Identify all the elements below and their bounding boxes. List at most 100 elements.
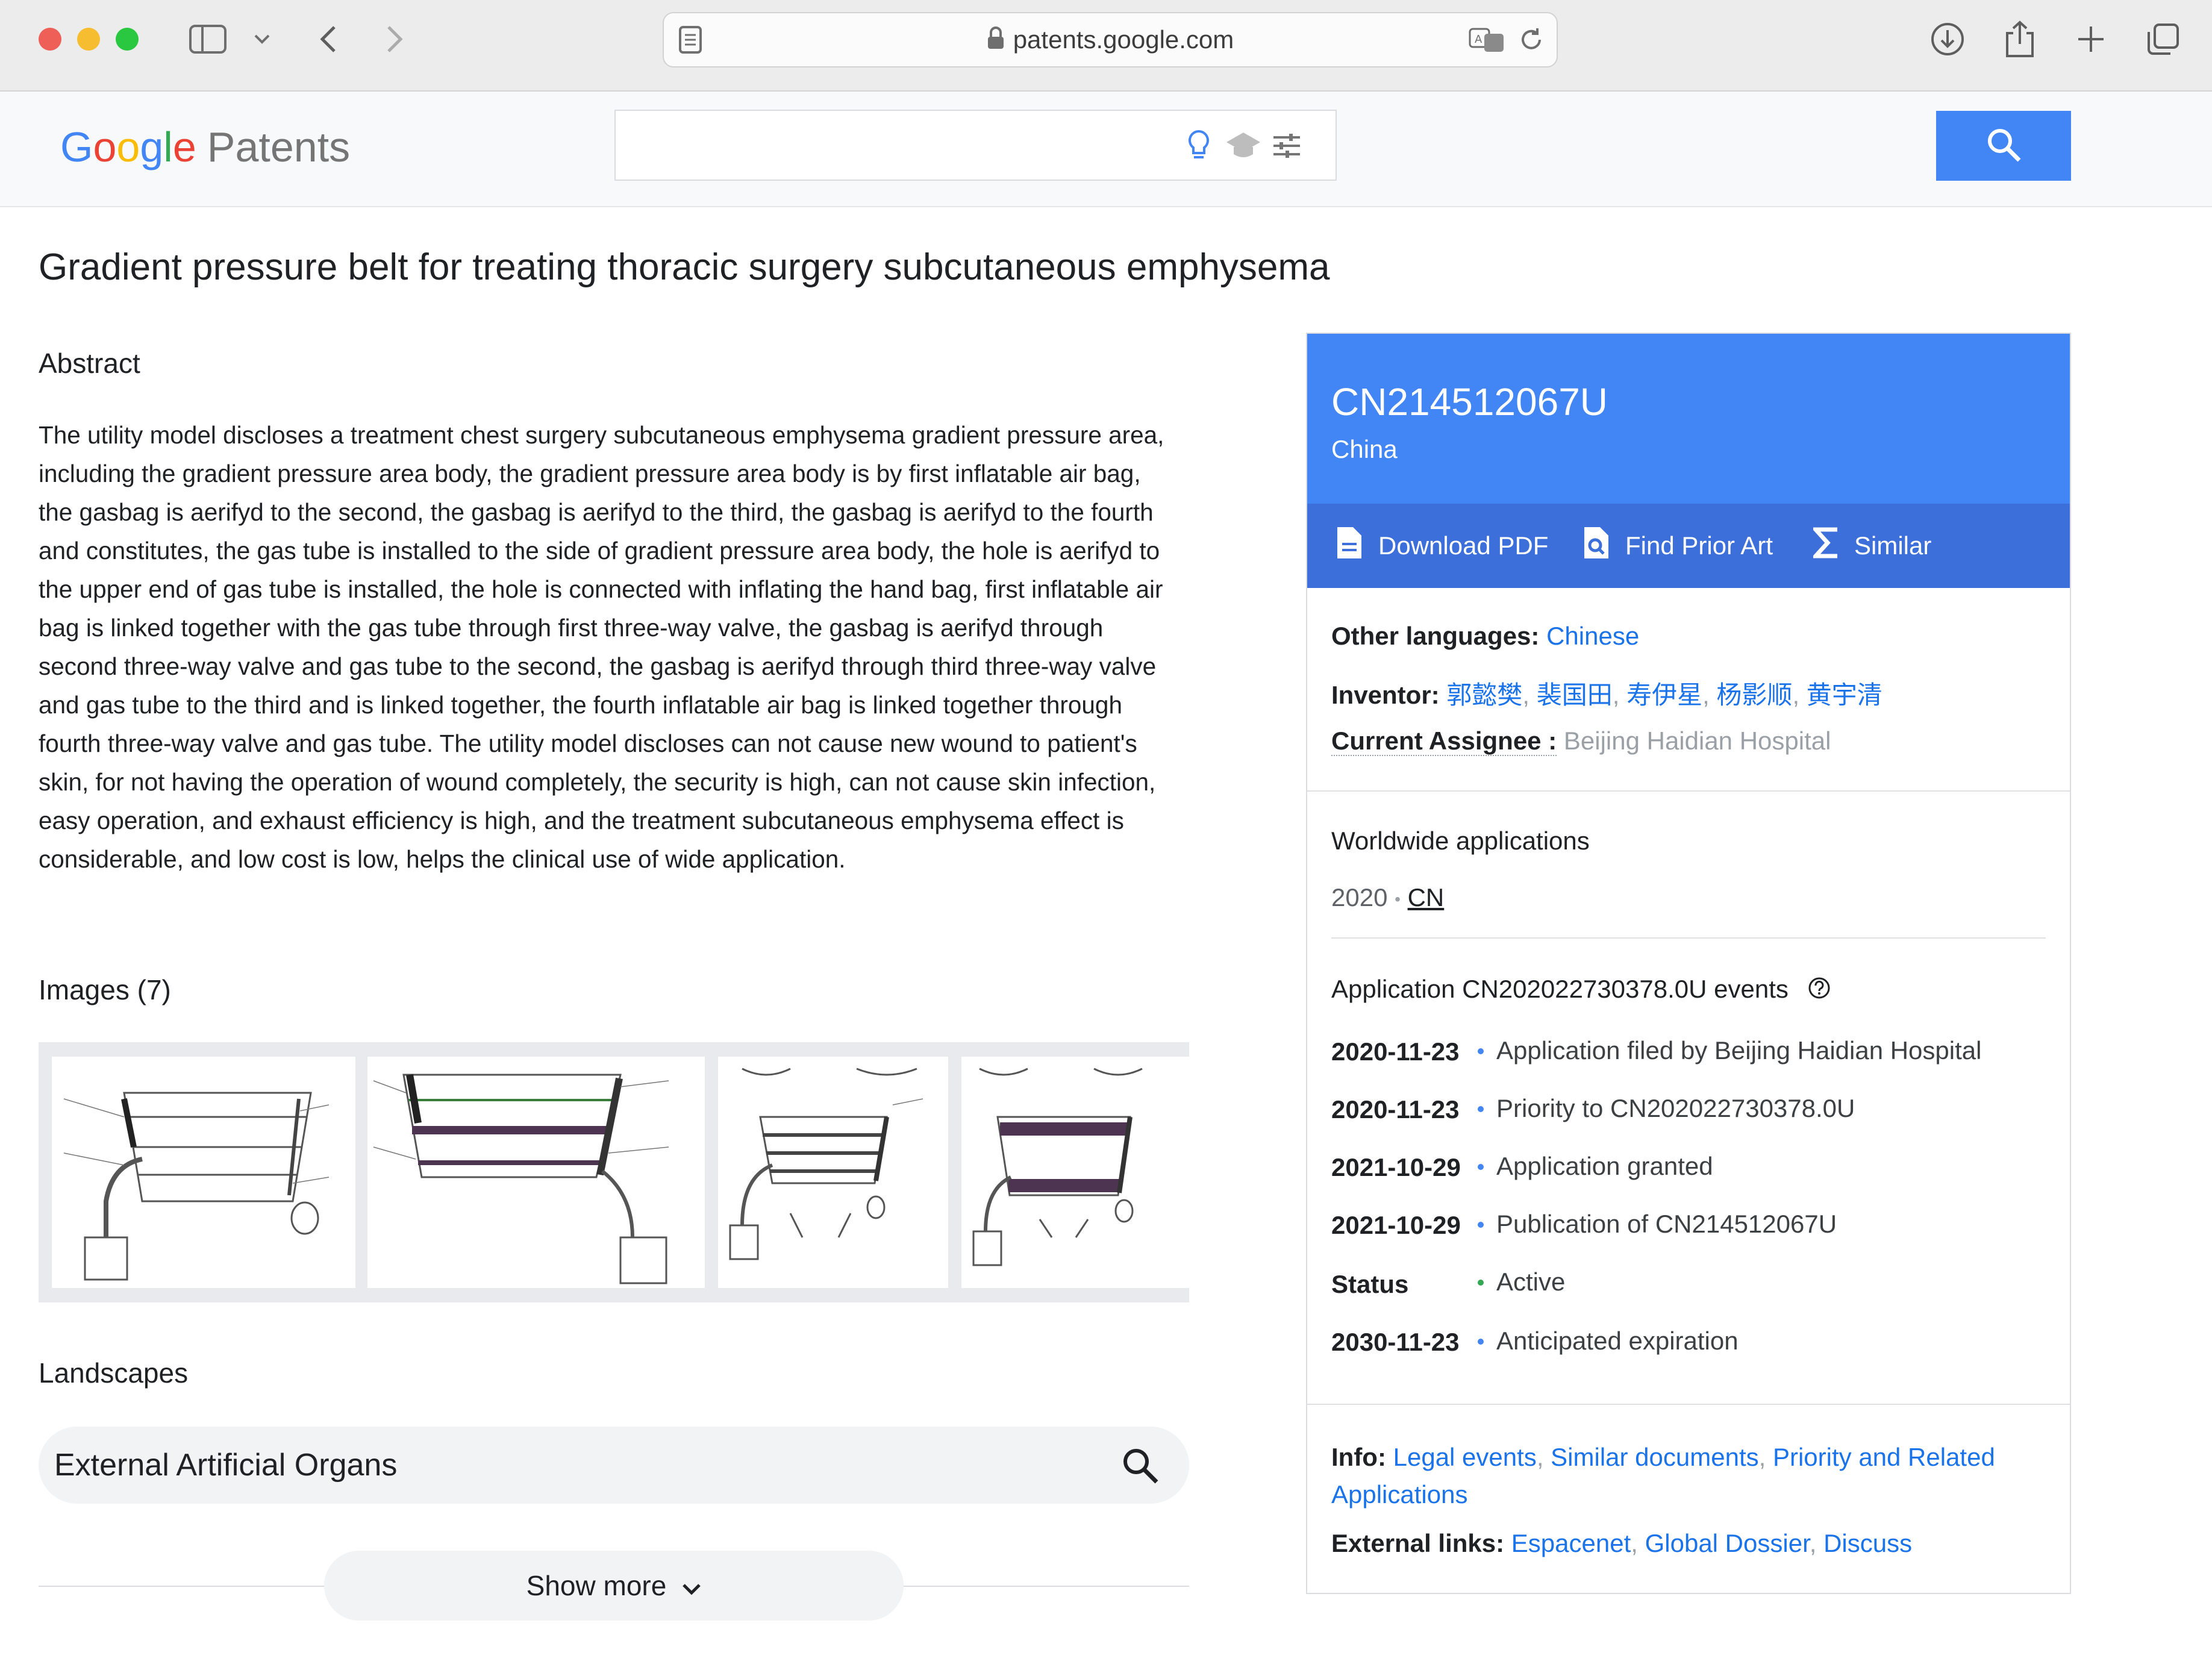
similar-button[interactable]: Similar bbox=[1811, 504, 1932, 588]
other-languages-label: Other languages: bbox=[1331, 622, 1540, 650]
inventor-row: Inventor: 郭懿樊, 裴国田, 寿伊星, 杨影顺, 黄宇清 bbox=[1331, 681, 1882, 709]
event-date: 2020-11-23 bbox=[1331, 1037, 1460, 1066]
event-dot bbox=[1478, 1222, 1484, 1228]
event-text: Publication of CN214512067U bbox=[1496, 1210, 1837, 1238]
sidebar-toggle-icon[interactable] bbox=[187, 18, 229, 60]
assignee-row: Current Assignee : Beijing Haidian Hospi… bbox=[1331, 727, 1831, 756]
event-text: Anticipated expiration bbox=[1496, 1327, 1739, 1355]
landscape-item[interactable]: External Artificial Organs bbox=[39, 1427, 1189, 1504]
page-title: Gradient pressure belt for treating thor… bbox=[39, 246, 1330, 288]
search-button[interactable] bbox=[1936, 111, 2071, 181]
abstract-text: The utility model discloses a treatment … bbox=[39, 421, 1164, 873]
event-dot bbox=[1478, 1164, 1484, 1170]
espacenet-link[interactable]: Espacenet bbox=[1511, 1529, 1631, 1557]
event-dot bbox=[1478, 1106, 1484, 1112]
patent-country: China bbox=[1331, 435, 1398, 463]
translate-icon[interactable]: A bbox=[1469, 27, 1505, 56]
abstract-heading: Abstract bbox=[39, 348, 140, 379]
show-more-button[interactable]: Show more bbox=[324, 1551, 904, 1621]
document-icon bbox=[1335, 525, 1364, 567]
inventor-label: Inventor: bbox=[1331, 681, 1440, 709]
tab-overview-icon[interactable] bbox=[2142, 18, 2184, 60]
logo-google: Google bbox=[60, 124, 196, 170]
assignee-value: Beijing Haidian Hospital bbox=[1563, 727, 1831, 755]
google-patents-logo[interactable]: Google Patents bbox=[60, 123, 350, 171]
event-date: 2021-10-29 bbox=[1331, 1211, 1461, 1239]
event-dot bbox=[1478, 1048, 1484, 1054]
browser-toolbar: patents.google.com A bbox=[0, 0, 2212, 92]
event-date: Status bbox=[1331, 1270, 1409, 1298]
images-carousel[interactable] bbox=[39, 1042, 1189, 1302]
inventor-link[interactable]: 裴国田 bbox=[1537, 681, 1613, 709]
inventor-link[interactable]: 杨影顺 bbox=[1716, 681, 1792, 709]
inventor-link[interactable]: 郭懿樊 bbox=[1446, 681, 1522, 709]
new-tab-icon[interactable] bbox=[2070, 18, 2112, 60]
legal-events-link[interactable]: Legal events bbox=[1393, 1443, 1537, 1471]
divider bbox=[1331, 937, 2046, 939]
chevron-down-icon[interactable] bbox=[241, 18, 283, 60]
external-links-row: External links: Espacenet, Global Dossie… bbox=[1331, 1529, 1913, 1557]
landscapes-heading: Landscapes bbox=[39, 1357, 189, 1389]
patent-number: CN214512067U bbox=[1331, 380, 1608, 424]
event-date: 2021-10-29 bbox=[1331, 1153, 1461, 1181]
close-window-button[interactable] bbox=[39, 28, 61, 51]
divider bbox=[1307, 1404, 2070, 1405]
global-dossier-link[interactable]: Global Dossier bbox=[1645, 1529, 1810, 1557]
svg-text:A: A bbox=[1475, 33, 1482, 46]
worldwide-row: 2020 • CN bbox=[1331, 883, 1445, 911]
patent-image-thumbnail[interactable] bbox=[367, 1057, 705, 1288]
zoom-window-button[interactable] bbox=[116, 28, 139, 51]
worldwide-year: 2020 bbox=[1331, 883, 1388, 911]
forward-arrow-icon[interactable] bbox=[373, 18, 416, 60]
patents-header: Google Patents bbox=[0, 92, 2212, 207]
other-languages-row: Other languages: Chinese bbox=[1331, 622, 1639, 651]
url-text: patents.google.com bbox=[664, 13, 1557, 66]
landscape-label: External Artificial Organs bbox=[54, 1448, 398, 1483]
find-prior-art-button[interactable]: Find Prior Art bbox=[1582, 504, 1773, 588]
inventor-link[interactable]: 黄宇清 bbox=[1807, 681, 1882, 709]
help-icon[interactable] bbox=[1808, 977, 1831, 1005]
inventor-link[interactable]: 寿伊星 bbox=[1626, 681, 1702, 709]
discuss-link[interactable]: Discuss bbox=[1823, 1529, 1912, 1557]
event-date: 2020-11-23 bbox=[1331, 1095, 1460, 1124]
language-link[interactable]: Chinese bbox=[1546, 622, 1639, 650]
reload-icon[interactable] bbox=[1518, 27, 1545, 56]
lock-icon bbox=[987, 15, 1005, 68]
patent-image-thumbnail[interactable] bbox=[52, 1057, 355, 1288]
download-pdf-button[interactable]: Download PDF bbox=[1335, 504, 1548, 588]
event-text: Application granted bbox=[1496, 1152, 1713, 1180]
patent-image-thumbnail[interactable] bbox=[961, 1057, 1189, 1288]
lightbulb-icon[interactable] bbox=[1187, 129, 1211, 166]
similar-label: Similar bbox=[1854, 531, 1932, 560]
show-more-label: Show more bbox=[526, 1570, 667, 1601]
external-links-label: External links: bbox=[1331, 1529, 1505, 1557]
download-pdf-label: Download PDF bbox=[1378, 531, 1549, 560]
filter-sliders-icon[interactable] bbox=[1272, 133, 1301, 162]
info-row: Info: Legal events, Similar documents, P… bbox=[1331, 1443, 1995, 1509]
status-dot bbox=[1478, 1280, 1484, 1286]
address-bar[interactable]: patents.google.com A bbox=[663, 12, 1558, 67]
similar-documents-link[interactable]: Similar documents bbox=[1551, 1443, 1758, 1471]
card-actions: Download PDF Find Prior Art Similar bbox=[1307, 504, 2070, 588]
scholar-icon[interactable] bbox=[1225, 131, 1261, 162]
search-icon[interactable] bbox=[1122, 1447, 1159, 1487]
minimize-window-button[interactable] bbox=[77, 28, 100, 51]
worldwide-heading: Worldwide applications bbox=[1331, 827, 1590, 855]
patent-info-card: CN214512067U China Download PDF Find Pri… bbox=[1306, 333, 2071, 1594]
event-text: Priority to CN202022730378.0U bbox=[1496, 1094, 1855, 1122]
back-arrow-icon[interactable] bbox=[307, 18, 349, 60]
downloads-icon[interactable] bbox=[1926, 18, 1969, 60]
search-icon bbox=[1985, 127, 2022, 166]
search-input[interactable] bbox=[614, 110, 1337, 181]
card-header: CN214512067U China bbox=[1307, 334, 2070, 504]
event-dot bbox=[1478, 1339, 1484, 1345]
patent-image-thumbnail[interactable] bbox=[718, 1057, 948, 1288]
event-text: Application filed by Beijing Haidian Hos… bbox=[1496, 1036, 1982, 1065]
event-date: 2030-11-23 bbox=[1331, 1328, 1460, 1356]
worldwide-country-link[interactable]: CN bbox=[1408, 883, 1445, 911]
share-icon[interactable] bbox=[1999, 18, 2041, 60]
assignee-label[interactable]: Current Assignee : bbox=[1331, 727, 1557, 756]
chevron-down-icon bbox=[682, 1569, 701, 1602]
find-prior-art-label: Find Prior Art bbox=[1625, 531, 1773, 560]
find-document-icon bbox=[1582, 525, 1611, 567]
